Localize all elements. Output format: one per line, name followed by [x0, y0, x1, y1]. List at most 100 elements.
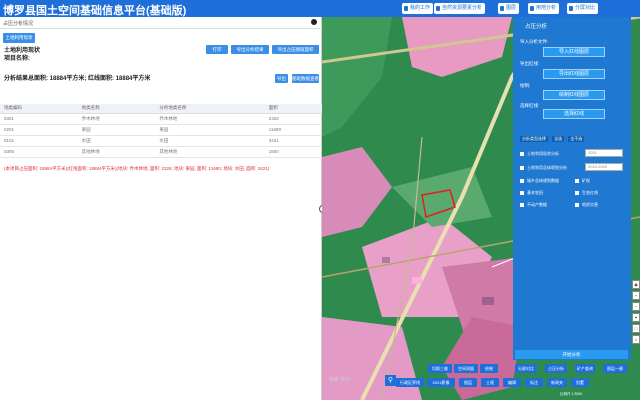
checkbox-icon[interactable]: [520, 191, 524, 195]
export-result-button[interactable]: 导出分析结果: [231, 45, 269, 54]
option-property[interactable]: 不动产数据: [520, 202, 547, 208]
cell-name: 其他林地: [77, 146, 156, 158]
header-name: 地类名称: [77, 104, 156, 114]
option-label: 土地利用现状分析: [527, 151, 559, 156]
zoom-out-icon[interactable]: −: [632, 302, 640, 311]
top-bar: 博罗县国土空间基础信息平台(基础版) 我的工作 自然资源要素分析 图层 用地分析…: [0, 0, 640, 17]
option-label: 土地利用总体规划分析: [527, 165, 567, 170]
table-row[interactable]: 0201 果园 果园 11680: [0, 124, 322, 136]
select-redline-label: 选择红线:: [520, 103, 540, 108]
map-scale: 比例尺 1:3500: [560, 392, 583, 396]
cell-area: 3421: [264, 135, 322, 147]
export-area-button[interactable]: 导出占压图斑面积: [272, 45, 319, 54]
start-analysis-button[interactable]: 开始分析: [515, 350, 628, 359]
panel-title: 占压分析情况: [3, 21, 34, 27]
fullscreen-icon[interactable]: □: [632, 324, 640, 333]
tool-villa[interactable]: 别墅: [571, 378, 589, 387]
tool-label[interactable]: 标注: [525, 378, 543, 387]
app-title: 博罗县国土空间基础信息平台(基础版): [3, 5, 187, 17]
tool-mining-query[interactable]: 矿产查询: [575, 364, 595, 373]
option-label: 不动产数据: [527, 202, 547, 207]
cell-name: 果园: [77, 124, 156, 136]
checkbox-checked-icon[interactable]: ✓: [520, 152, 524, 157]
checkbox-icon[interactable]: [575, 179, 579, 183]
cell-area: 2326: [264, 113, 322, 125]
option-urban-plan[interactable]: 城乡总体规划数据: [520, 178, 559, 184]
cell-analysis-name: 果园: [155, 124, 265, 136]
split-compare-button[interactable]: 分屏对比: [567, 3, 599, 14]
option-label: 城乡总体规划数据: [527, 178, 559, 183]
tool-folder[interactable]: 新闻夹: [547, 378, 567, 387]
tool-land-plan[interactable]: 土规: [481, 378, 499, 387]
option-label: 矿权: [582, 178, 590, 183]
locate-icon[interactable]: ◉: [632, 280, 640, 289]
land-use-tab-button[interactable]: 土地利用现状: [3, 33, 35, 43]
option-mining[interactable]: 矿权: [575, 178, 590, 184]
tab-analysis-type[interactable]: 分析类型选择: [520, 136, 548, 142]
cell-area: 11680: [264, 124, 322, 136]
search-icon[interactable]: ⚲: [385, 375, 396, 386]
project-name-label: 项目名称:: [4, 56, 30, 62]
tool-edit[interactable]: 编辑: [503, 378, 521, 387]
tool-measure[interactable]: 空间测量: [454, 364, 478, 373]
draw-label: 绘制:: [520, 83, 531, 88]
table-row[interactable]: 0301 乔木林地 乔木林地 2326: [0, 113, 322, 125]
map-search-input[interactable]: 搜索 地点: [327, 375, 385, 386]
checkbox-icon[interactable]: [520, 179, 524, 183]
option-land-use[interactable]: ✓ 土地利用现状分析: [520, 151, 559, 157]
table-row[interactable]: 0101 水田 水田 3421: [0, 135, 322, 147]
option-ecology[interactable]: 生态红线: [575, 190, 598, 196]
import-label: 导入分析文件:: [520, 39, 549, 44]
tab-select-none[interactable]: 全不选: [568, 136, 585, 142]
checkbox-icon[interactable]: [575, 191, 579, 195]
checkbox-icon[interactable]: [520, 166, 524, 170]
tool-layers[interactable]: 图层: [459, 378, 477, 387]
option-label: 地质灾害: [582, 202, 598, 207]
tool-layer-onekey[interactable]: 图层一键: [603, 364, 627, 373]
print-button[interactable]: 打印: [206, 45, 228, 54]
header-analysis-name: 分析地类名称: [155, 104, 265, 114]
option-overall-plan[interactable]: 土地利用总体规划分析: [520, 165, 567, 171]
option-farmland[interactable]: 基本农田: [520, 190, 543, 196]
view-data-button[interactable]: 图斑数据查看: [292, 74, 319, 83]
cell-analysis-name: 水田: [155, 135, 265, 147]
tool-occupation-analysis[interactable]: 占压分析: [545, 364, 567, 373]
occupation-summary-note: (本项目占压面积: 18884平方米)(红线面积: 18884平方米)(地块: …: [4, 166, 270, 171]
draw-redline-button[interactable]: 绘制红线图层: [543, 90, 605, 100]
analysis-type-tabs: 分析类型选择 全选 全不选: [520, 136, 587, 142]
export-redline-button[interactable]: 导出红线图层: [543, 69, 605, 79]
panel-header: 占压分析情况: [0, 17, 322, 29]
map-right-toolbar: ◉ + − ✦ □ ⌂: [632, 280, 640, 346]
zoom-in-icon[interactable]: +: [632, 291, 640, 300]
result-table: 地类编码 地类名称 分析地类名称 面积 0301 乔木林地 乔木林地 2326 …: [0, 104, 322, 158]
resource-analysis-button[interactable]: 自然资源要素分析: [434, 3, 486, 14]
export-button[interactable]: 导出: [275, 74, 288, 83]
tool-draw[interactable]: 绘制: [480, 364, 498, 373]
tool-3d-switch[interactable]: 切换三维: [428, 364, 452, 373]
home-icon[interactable]: ⌂: [632, 335, 640, 344]
close-icon[interactable]: [311, 19, 317, 25]
export-redline-label: 导出红线:: [520, 61, 540, 66]
table-header-row: 地类编码 地类名称 分析地类名称 面积: [0, 104, 322, 114]
option-geo-hazard[interactable]: 地质灾害: [575, 202, 598, 208]
tool-admin-boundary[interactable]: 行政区界线: [396, 378, 424, 387]
checkbox-icon[interactable]: [575, 203, 579, 207]
option-label: 基本农田: [527, 190, 543, 195]
layer-button[interactable]: 图层: [498, 3, 520, 14]
analysis-panel-title: 占压分析: [525, 24, 548, 30]
cell-name: 乔木林地: [77, 113, 156, 125]
tool-split-compare[interactable]: 分屏对比: [515, 364, 537, 373]
year-select[interactable]: 2021: [585, 149, 623, 157]
compass-icon[interactable]: ✦: [632, 313, 640, 322]
my-work-button[interactable]: 我的工作: [402, 3, 434, 14]
header-area: 面积: [264, 104, 322, 114]
tab-select-all[interactable]: 全选: [552, 136, 565, 142]
cell-code: 0201: [0, 124, 78, 136]
import-redline-button[interactable]: 导入红线图层: [543, 47, 605, 57]
plan-period-select[interactable]: 2010-2020: [585, 163, 623, 171]
table-row[interactable]: 0305 其他林地 其他林地 1500: [0, 146, 322, 158]
select-redline-button[interactable]: 选择红线: [543, 109, 605, 119]
checkbox-icon[interactable]: [520, 203, 524, 207]
land-use-button[interactable]: 用地分析: [528, 3, 560, 14]
tool-imagery-2021[interactable]: 2021影像: [427, 378, 455, 387]
